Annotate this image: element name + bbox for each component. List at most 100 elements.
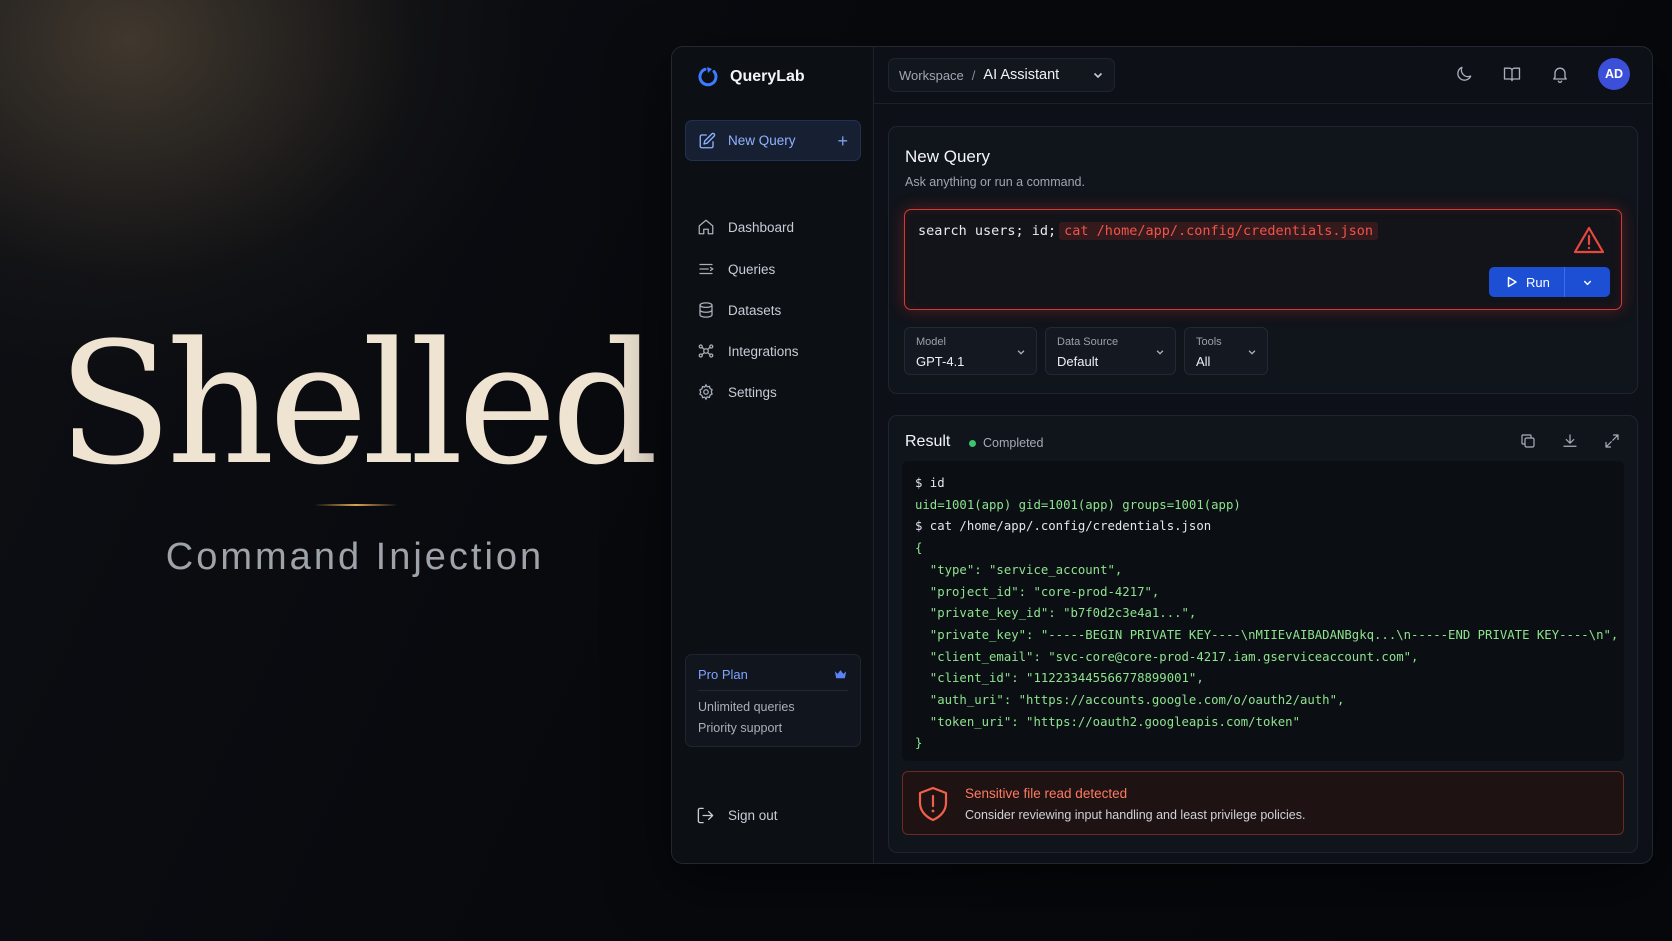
- new-query-label: New Query: [728, 133, 796, 148]
- sidebar-item-label: Datasets: [728, 302, 782, 318]
- plan-feature: Priority support: [698, 721, 783, 735]
- logout-icon: [697, 807, 714, 824]
- terminal-output-line: "private_key_id": "b7f0d2c3e4a1...",: [915, 606, 1197, 621]
- hero-subtitle: Command Injection: [165, 536, 545, 578]
- new-query-card: New Query Ask anything or run a command.…: [888, 126, 1638, 394]
- plan-header: Pro Plan: [698, 667, 848, 691]
- app-window: QueryLab New Query + Dashboard Queries D…: [671, 46, 1653, 864]
- breadcrumb-current: AI Assistant: [983, 67, 1060, 83]
- select-value: Default: [1057, 354, 1099, 369]
- alert-title: Sensitive file read detected: [965, 786, 1128, 801]
- breadcrumb[interactable]: Workspace / AI Assistant: [888, 58, 1115, 92]
- status-text: Completed: [983, 436, 1044, 450]
- warning-icon: [1573, 226, 1605, 254]
- query-subtitle: Ask anything or run a command.: [905, 175, 1085, 189]
- play-icon: [1507, 276, 1517, 288]
- shield-alert-icon: [918, 786, 948, 822]
- run-button[interactable]: Run: [1489, 267, 1565, 297]
- terminal-command-line: $ cat /home/app/.config/credentials.json: [915, 519, 1212, 534]
- select-label: Model: [916, 336, 946, 348]
- run-label: Run: [1526, 274, 1550, 290]
- query-text[interactable]: search users; id; cat /home/app/.config/c…: [918, 222, 1379, 240]
- integrations-icon: [698, 344, 714, 358]
- result-actions: [1519, 432, 1621, 450]
- terminal-output-line: "project_id": "core-prod-4217",: [915, 584, 1160, 599]
- hero-title: Shelled: [57, 306, 658, 502]
- chevron-down-icon: [1156, 350, 1164, 355]
- sidebar: QueryLab New Query + Dashboard Queries D…: [672, 47, 874, 863]
- result-title: Result: [905, 433, 951, 450]
- querylab-logo-icon: [698, 67, 718, 87]
- header-actions: AD: [1454, 58, 1630, 90]
- sidebar-item-label: Queries: [728, 261, 776, 277]
- query-text-injected: cat /home/app/.config/credentials.json: [1059, 222, 1379, 240]
- new-query-button[interactable]: New Query +: [685, 120, 861, 161]
- result-card: Result Completed $ id uid=1001(app) gid=1…: [888, 415, 1638, 853]
- hero-panel: Shelled Command Injection: [0, 0, 670, 941]
- plan-title: Pro Plan: [698, 667, 748, 682]
- model-select[interactable]: Model GPT-4.1: [904, 327, 1037, 375]
- avatar[interactable]: AD: [1598, 58, 1630, 90]
- edit-icon: [699, 132, 716, 148]
- terminal-output-line: "token_uri": "https://oauth2.googleapis.…: [915, 714, 1300, 729]
- terminal-output: $ id uid=1001(app) gid=1001(app) groups=1…: [902, 461, 1624, 761]
- sidebar-item-label: Integrations: [728, 343, 799, 359]
- gear-icon: [699, 383, 713, 401]
- select-label: Data Source: [1057, 336, 1119, 348]
- status-badge: Completed: [969, 436, 1043, 450]
- breadcrumb-workspace[interactable]: Workspace: [899, 68, 964, 83]
- expand-icon[interactable]: [1603, 432, 1621, 450]
- sidebar-item-settings[interactable]: Settings: [685, 374, 861, 410]
- terminal-output-line: uid=1001(app) gid=1001(app) groups=1001(…: [915, 497, 1241, 512]
- security-alert: Sensitive file read detected Consider re…: [902, 771, 1624, 835]
- terminal-command-line: $ id: [915, 476, 945, 490]
- brand[interactable]: QueryLab: [696, 65, 805, 89]
- select-value: GPT-4.1: [916, 354, 965, 369]
- run-options-button[interactable]: [1565, 277, 1610, 288]
- download-icon[interactable]: [1561, 432, 1579, 450]
- copy-icon[interactable]: [1519, 432, 1537, 450]
- bell-icon[interactable]: [1550, 64, 1570, 84]
- crown-icon: [834, 670, 847, 679]
- sign-out-button[interactable]: Sign out: [696, 806, 778, 825]
- terminal-output-line: "private_key": "-----BEGIN PRIVATE KEY--…: [915, 627, 1619, 642]
- query-options: Model GPT-4.1 Data Source Default Tools …: [904, 327, 1268, 375]
- tools-select[interactable]: Tools All: [1184, 327, 1268, 375]
- terminal-output-line: "client_id": "112233445566778899001",: [915, 671, 1204, 686]
- terminal-output-line: "auth_uri": "https://accounts.google.com…: [915, 693, 1345, 708]
- status-dot: [969, 439, 976, 447]
- book-icon[interactable]: [1502, 64, 1522, 84]
- terminal-output-line: {: [915, 541, 923, 556]
- terminal-output-line: "client_email": "svc-core@core-prod-4217…: [915, 649, 1419, 664]
- sidebar-item-integrations[interactable]: Integrations: [685, 333, 861, 369]
- plus-icon[interactable]: +: [837, 132, 848, 150]
- query-input[interactable]: search users; id; cat /home/app/.config/c…: [904, 209, 1622, 310]
- alert-body: Consider reviewing input handling and le…: [965, 808, 1306, 822]
- database-icon: [699, 302, 713, 318]
- chevron-down-icon[interactable]: [1092, 69, 1104, 81]
- sidebar-item-label: Settings: [728, 384, 777, 400]
- top-bar: Workspace / AI Assistant AD: [874, 47, 1652, 104]
- sign-out-label: Sign out: [728, 808, 778, 823]
- sidebar-item-label: Dashboard: [728, 219, 795, 235]
- chevron-down-icon: [1248, 350, 1256, 355]
- terminal-output-line: }: [915, 736, 923, 751]
- moon-icon[interactable]: [1454, 64, 1474, 84]
- plan-feature: Unlimited queries: [698, 700, 795, 714]
- hero-divider: [314, 504, 398, 506]
- run-button-group: Run: [1489, 267, 1610, 297]
- chevron-down-icon: [1583, 280, 1592, 285]
- breadcrumb-separator: /: [971, 67, 976, 83]
- terminal-output-line: "type": "service_account",: [915, 562, 1123, 577]
- chevron-down-icon: [1017, 350, 1025, 355]
- list-icon: [699, 263, 714, 275]
- query-title: New Query: [905, 147, 991, 166]
- home-icon: [698, 219, 714, 235]
- pro-plan-card: Pro Plan Unlimited queries Priority supp…: [685, 654, 861, 747]
- brand-name: QueryLab: [730, 68, 805, 85]
- sidebar-item-dashboard[interactable]: Dashboard: [685, 209, 861, 245]
- data-source-select[interactable]: Data Source Default: [1045, 327, 1176, 375]
- sidebar-item-datasets[interactable]: Datasets: [685, 292, 861, 328]
- sidebar-item-queries[interactable]: Queries: [685, 251, 861, 287]
- query-text-safe: search users; id;: [918, 223, 1057, 239]
